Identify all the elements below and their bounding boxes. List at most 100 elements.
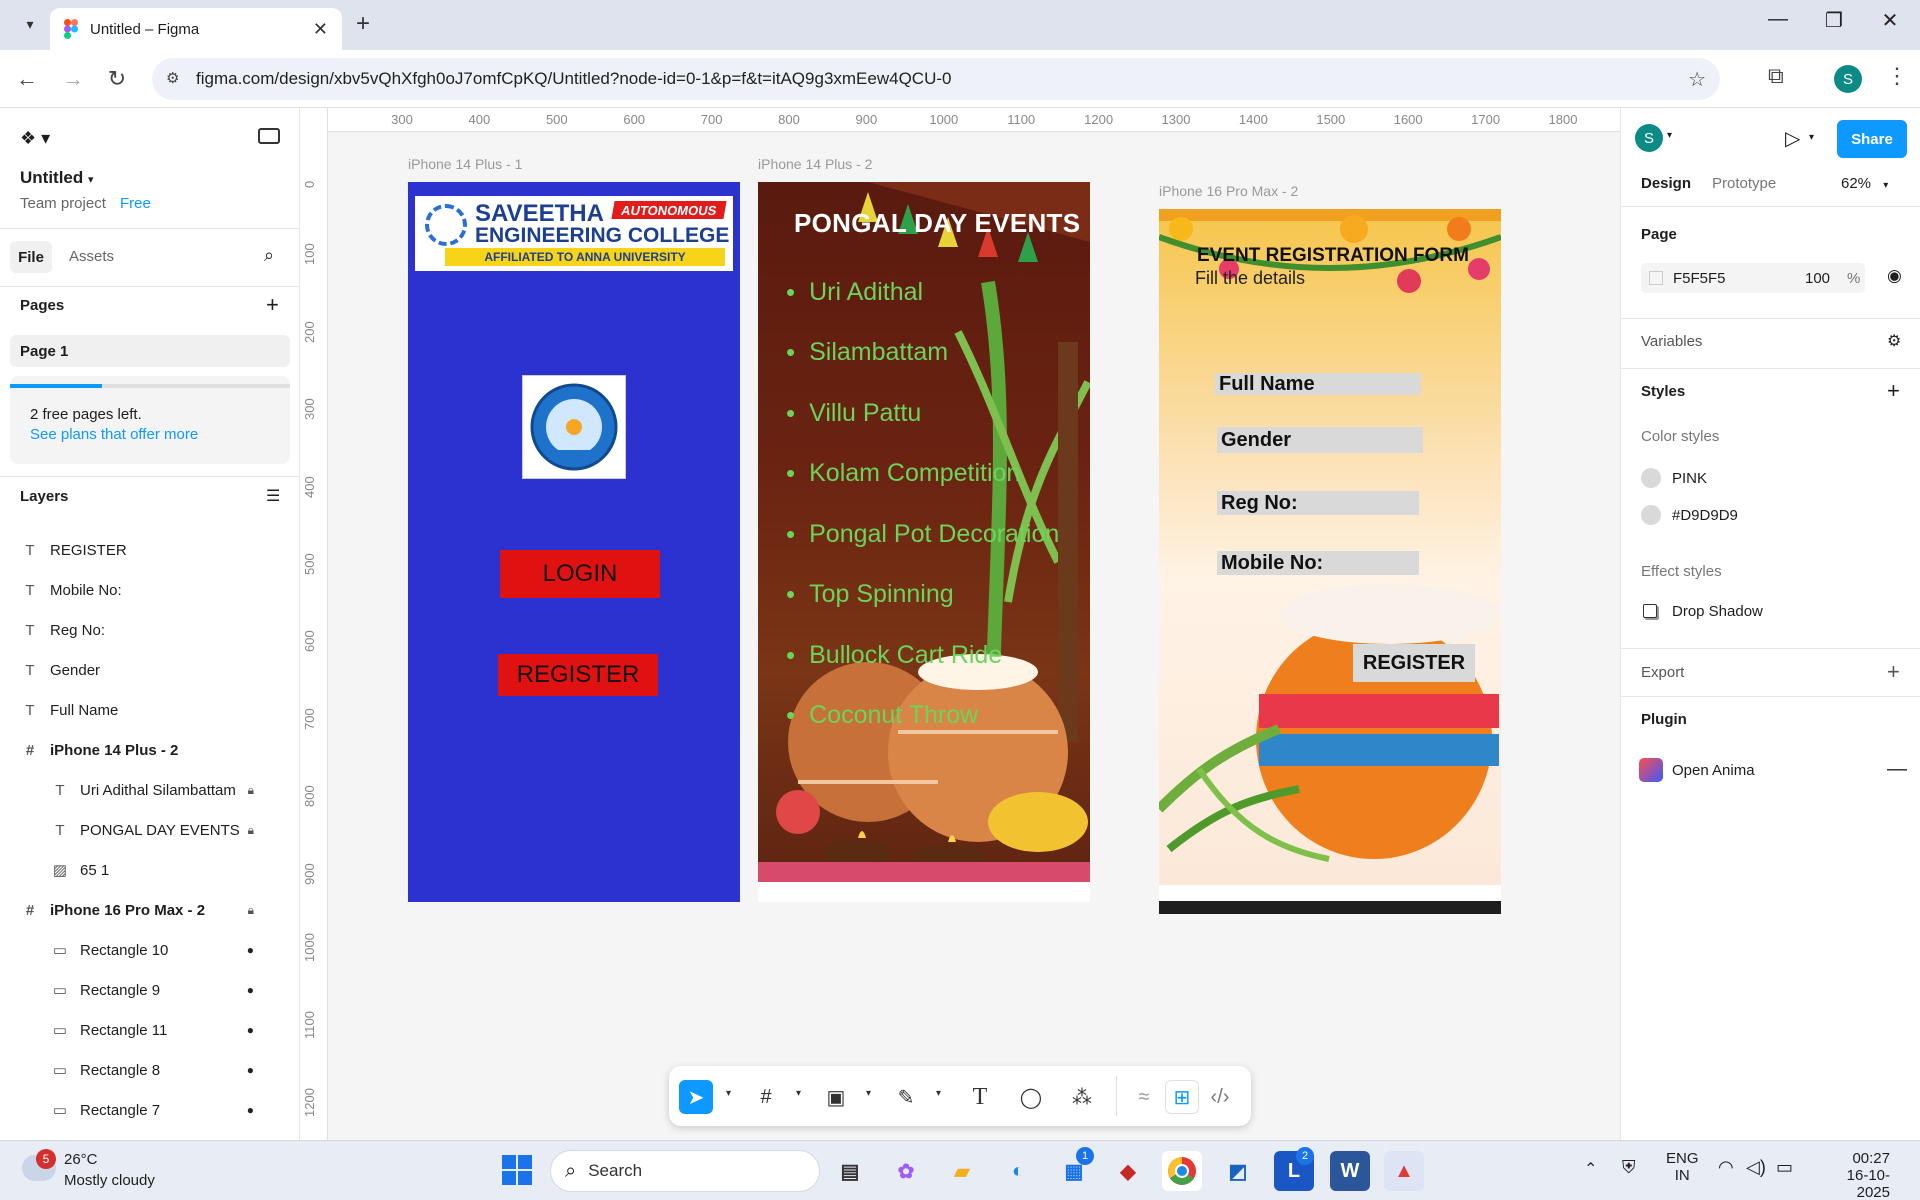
layer-item[interactable]: T Gender — [0, 650, 300, 690]
mcafee-icon[interactable]: ◆ — [1108, 1151, 1148, 1191]
zoom-level[interactable]: 62% ▾ — [1841, 175, 1888, 192]
college-emblem-icon[interactable] — [522, 375, 626, 479]
tab-list-chevron-icon[interactable]: ▾ — [16, 10, 44, 38]
reload-icon[interactable]: ↻ — [102, 66, 132, 92]
present-play-icon[interactable]: ▷ — [1785, 126, 1800, 151]
visibility-dot-icon[interactable]: ● — [247, 1103, 254, 1117]
layer-item[interactable]: ▭ Rectangle 11 ● — [0, 1010, 300, 1050]
visibility-dot-icon[interactable]: ● — [247, 1023, 254, 1037]
pen-tool-chevron-icon[interactable]: ▾ — [936, 1088, 941, 1099]
drop-shadow-style[interactable]: Drop Shadow — [1672, 603, 1763, 620]
tab-file[interactable]: File — [10, 241, 52, 273]
visibility-dot-icon[interactable]: ● — [247, 1063, 254, 1077]
url-field[interactable]: ⚙ figma.com/design/xbv5vQhXfgh0oJ7omfCpK… — [152, 58, 1720, 100]
weather-temp[interactable]: 26°C — [64, 1151, 98, 1168]
color-style-swatch[interactable] — [1641, 468, 1661, 488]
present-chevron-icon[interactable]: ▾ — [1809, 132, 1814, 143]
frame-tool-icon[interactable]: # — [749, 1080, 783, 1114]
frame-label-iphone-16-pro-max-2[interactable]: iPhone 16 Pro Max - 2 — [1159, 183, 1298, 199]
paint-app-icon[interactable]: ▲ — [1384, 1151, 1424, 1191]
layer-item[interactable]: ▭ Rectangle 8 ● — [0, 1050, 300, 1090]
edge-icon[interactable]: ◐ — [998, 1151, 1038, 1191]
page-item-page-1[interactable]: Page 1 — [10, 335, 290, 367]
site-info-icon[interactable]: ⚙ — [166, 69, 179, 87]
full-name-field[interactable]: Full Name — [1215, 373, 1421, 395]
move-tool-chevron-icon[interactable]: ▾ — [726, 1088, 731, 1099]
login-button[interactable]: LOGIN — [500, 550, 660, 598]
layer-item[interactable]: # iPhone 16 Pro Max - 2 🔒︎ — [0, 890, 300, 930]
new-tab-icon[interactable]: + — [356, 10, 370, 38]
layer-item[interactable]: T PONGAL DAY EVENTS 🔒︎ — [0, 810, 300, 850]
image-tool-icon[interactable]: ▣ — [819, 1080, 853, 1114]
language-indicator[interactable]: ENG IN — [1666, 1150, 1699, 1184]
chrome-icon[interactable] — [1162, 1151, 1202, 1191]
color-style-name[interactable]: PINK — [1672, 470, 1707, 487]
browser-tab[interactable]: Untitled – Figma ✕ — [50, 8, 342, 50]
profile-avatar[interactable]: S — [1834, 65, 1862, 93]
page-color-swatch[interactable] — [1649, 271, 1663, 285]
actions-tool-icon[interactable]: ⁂ — [1065, 1080, 1099, 1114]
mobile-no-field[interactable]: Mobile No: — [1217, 551, 1419, 575]
volume-icon[interactable]: ◁) — [1746, 1157, 1766, 1178]
layers-options-icon[interactable]: ☰ — [266, 486, 280, 506]
frame-label-iphone-14-plus-2[interactable]: iPhone 14 Plus - 2 — [758, 156, 872, 172]
battery-icon[interactable]: ▭ — [1776, 1157, 1793, 1178]
layer-item[interactable]: T Mobile No: — [0, 570, 300, 610]
weather-desc[interactable]: Mostly cloudy — [64, 1172, 155, 1189]
forward-icon[interactable]: → — [58, 66, 88, 92]
export-label[interactable]: Export — [1641, 664, 1684, 681]
image-tool-chevron-icon[interactable]: ▾ — [866, 1088, 871, 1099]
lock-icon[interactable]: 🔒︎ — [248, 903, 254, 918]
outlook-icon[interactable]: ◩ — [1218, 1151, 1258, 1191]
tray-security-icon[interactable]: ⛨ — [1622, 1157, 1636, 1178]
file-name[interactable]: Untitled ▾ — [20, 168, 94, 188]
move-tool-icon[interactable]: ➤ — [679, 1080, 713, 1114]
avatar-chevron-icon[interactable]: ▾ — [1667, 130, 1672, 141]
color-style-name[interactable]: #D9D9D9 — [1672, 507, 1738, 524]
add-style-icon[interactable]: + — [1887, 378, 1900, 404]
lock-icon[interactable]: 🔒︎ — [248, 783, 254, 798]
restore-icon[interactable]: ❐ — [1814, 8, 1854, 33]
see-plans-link[interactable]: See plans that offer more — [30, 426, 198, 443]
task-view-icon[interactable]: ▤ — [830, 1151, 870, 1191]
extensions-icon[interactable]: ⧉ — [1768, 63, 1784, 89]
add-page-icon[interactable]: + — [266, 292, 279, 318]
layer-item[interactable]: T Uri Adithal Silambattam 🔒︎ — [0, 770, 300, 810]
layer-item[interactable]: # iPhone 14 Plus - 2 — [0, 730, 300, 770]
page-color-hex[interactable]: F5F5F5 — [1673, 270, 1726, 287]
frame-iphone-14-plus-2[interactable]: PONGAL DAY EVENTS Uri AdithalSilambattam… — [758, 182, 1090, 902]
layer-item[interactable]: ▨ 65 1 — [0, 850, 300, 890]
word-icon[interactable]: W — [1330, 1151, 1370, 1191]
more-menu-icon[interactable]: ⋮ — [1886, 63, 1908, 89]
layer-item[interactable]: ▭ Rectangle 10 ● — [0, 930, 300, 970]
windows-start-icon[interactable] — [502, 1155, 532, 1185]
plan-badge[interactable]: Free — [120, 195, 151, 212]
user-avatar[interactable]: S — [1635, 124, 1663, 152]
frame-iphone-16-pro-max-2[interactable]: EVENT REGISTRATION FORM Fill the details… — [1159, 209, 1501, 914]
frame-label-iphone-14-plus-1[interactable]: iPhone 14 Plus - 1 — [408, 156, 522, 172]
layer-item[interactable]: T REGISTER — [0, 530, 300, 570]
variables-settings-icon[interactable]: ⚙ — [1887, 331, 1901, 351]
copilot-icon[interactable]: ✿ — [886, 1151, 926, 1191]
visibility-eye-icon[interactable]: ◉ — [1887, 266, 1902, 286]
tab-assets[interactable]: Assets — [69, 248, 114, 265]
college-banner[interactable]: SAVEETHA ENGINEERING COLLEGE AUTONOMOUS … — [415, 196, 733, 271]
lock-icon[interactable]: 🔒︎ — [248, 823, 254, 838]
share-button[interactable]: Share — [1837, 120, 1907, 158]
variables-label[interactable]: Variables — [1641, 333, 1702, 350]
comment-tool-icon[interactable]: ◯ — [1014, 1080, 1048, 1114]
add-export-icon[interactable]: + — [1887, 659, 1900, 685]
search-icon[interactable]: ⌕ — [264, 245, 274, 266]
page-opacity[interactable]: 100 — [1805, 270, 1830, 287]
close-tab-icon[interactable]: ✕ — [313, 19, 328, 40]
layer-item[interactable]: ▭ Rectangle 7 ● — [0, 1090, 300, 1130]
text-tool-icon[interactable]: T — [963, 1080, 997, 1114]
visibility-dot-icon[interactable]: ● — [247, 943, 254, 957]
design-mode-icon[interactable]: ⊞ — [1165, 1080, 1199, 1114]
reg-no-field[interactable]: Reg No: — [1217, 491, 1419, 515]
frame-iphone-14-plus-1[interactable]: SAVEETHA ENGINEERING COLLEGE AUTONOMOUS … — [408, 182, 740, 902]
tray-chevron-icon[interactable]: ⌃ — [1584, 1159, 1597, 1179]
figma-menu-icon[interactable]: ❖ ▾ — [20, 128, 50, 149]
plugin-name[interactable]: Open Anima — [1672, 762, 1755, 779]
tab-prototype[interactable]: Prototype — [1712, 175, 1776, 192]
